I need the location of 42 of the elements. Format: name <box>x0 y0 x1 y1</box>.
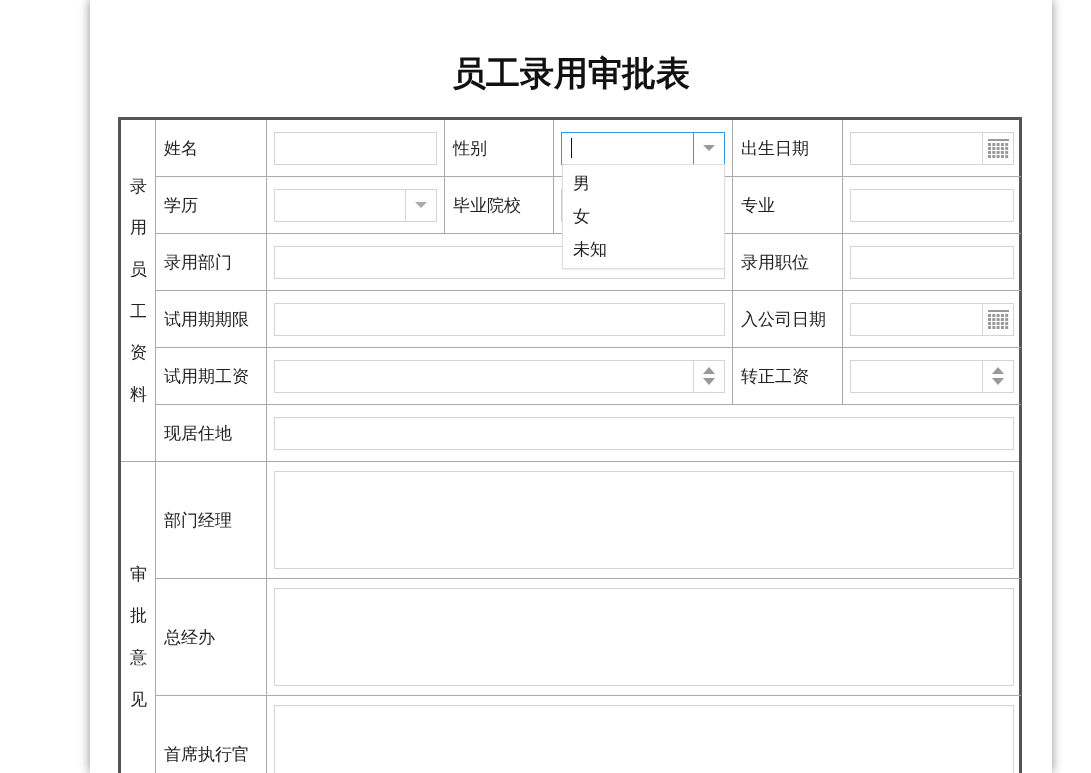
field-label: 出生日期 <box>733 120 843 177</box>
field-label: 试用期期限 <box>156 291 267 348</box>
field-label: 专业 <box>733 177 843 234</box>
field-label: 现居住地 <box>156 405 267 461</box>
field-label: 姓名 <box>156 120 267 177</box>
dropdown-option[interactable]: 未知 <box>563 233 724 266</box>
combo-box[interactable] <box>561 131 725 165</box>
number-field[interactable] <box>274 359 725 393</box>
field-label: 性别 <box>445 120 554 177</box>
field-label: 毕业院校 <box>445 177 554 234</box>
text-area[interactable] <box>274 471 1014 569</box>
field-label: 入公司日期 <box>733 291 843 348</box>
field-label: 部门经理 <box>156 462 267 579</box>
field-label: 试用期工资 <box>156 348 267 405</box>
field-label: 首席执行官 <box>156 696 267 773</box>
combo-box[interactable] <box>274 188 437 222</box>
spinner-arrows-icon[interactable] <box>703 366 715 386</box>
text-cursor-icon <box>571 138 572 158</box>
field-label: 录用职位 <box>733 234 843 291</box>
caret-icon[interactable] <box>415 202 427 208</box>
text-area[interactable] <box>274 588 1014 686</box>
field-label: 转正工资 <box>733 348 843 405</box>
field-label: 总经办 <box>156 579 267 696</box>
text-field[interactable] <box>274 131 437 165</box>
text-field[interactable] <box>850 245 1014 279</box>
spinner-arrows-icon[interactable] <box>992 366 1004 386</box>
number-field[interactable] <box>850 359 1014 393</box>
calendar-icon[interactable] <box>987 138 1009 158</box>
dropdown-option[interactable]: 男 <box>563 167 724 200</box>
text-field[interactable] <box>274 302 725 336</box>
text-field[interactable] <box>850 188 1014 222</box>
date-field[interactable] <box>850 302 1014 336</box>
caret-icon[interactable] <box>703 145 715 151</box>
field-label: 学历 <box>156 177 267 234</box>
text-field[interactable] <box>274 416 1014 450</box>
field-label: 录用部门 <box>156 234 267 291</box>
calendar-icon[interactable] <box>987 309 1009 329</box>
section-title: 录用员工资料 <box>129 174 147 406</box>
form-title: 员工录用审批表 <box>451 52 691 95</box>
date-field[interactable] <box>850 131 1014 165</box>
dropdown-option[interactable]: 女 <box>563 200 724 233</box>
section-title: 审批意见 <box>129 562 147 711</box>
